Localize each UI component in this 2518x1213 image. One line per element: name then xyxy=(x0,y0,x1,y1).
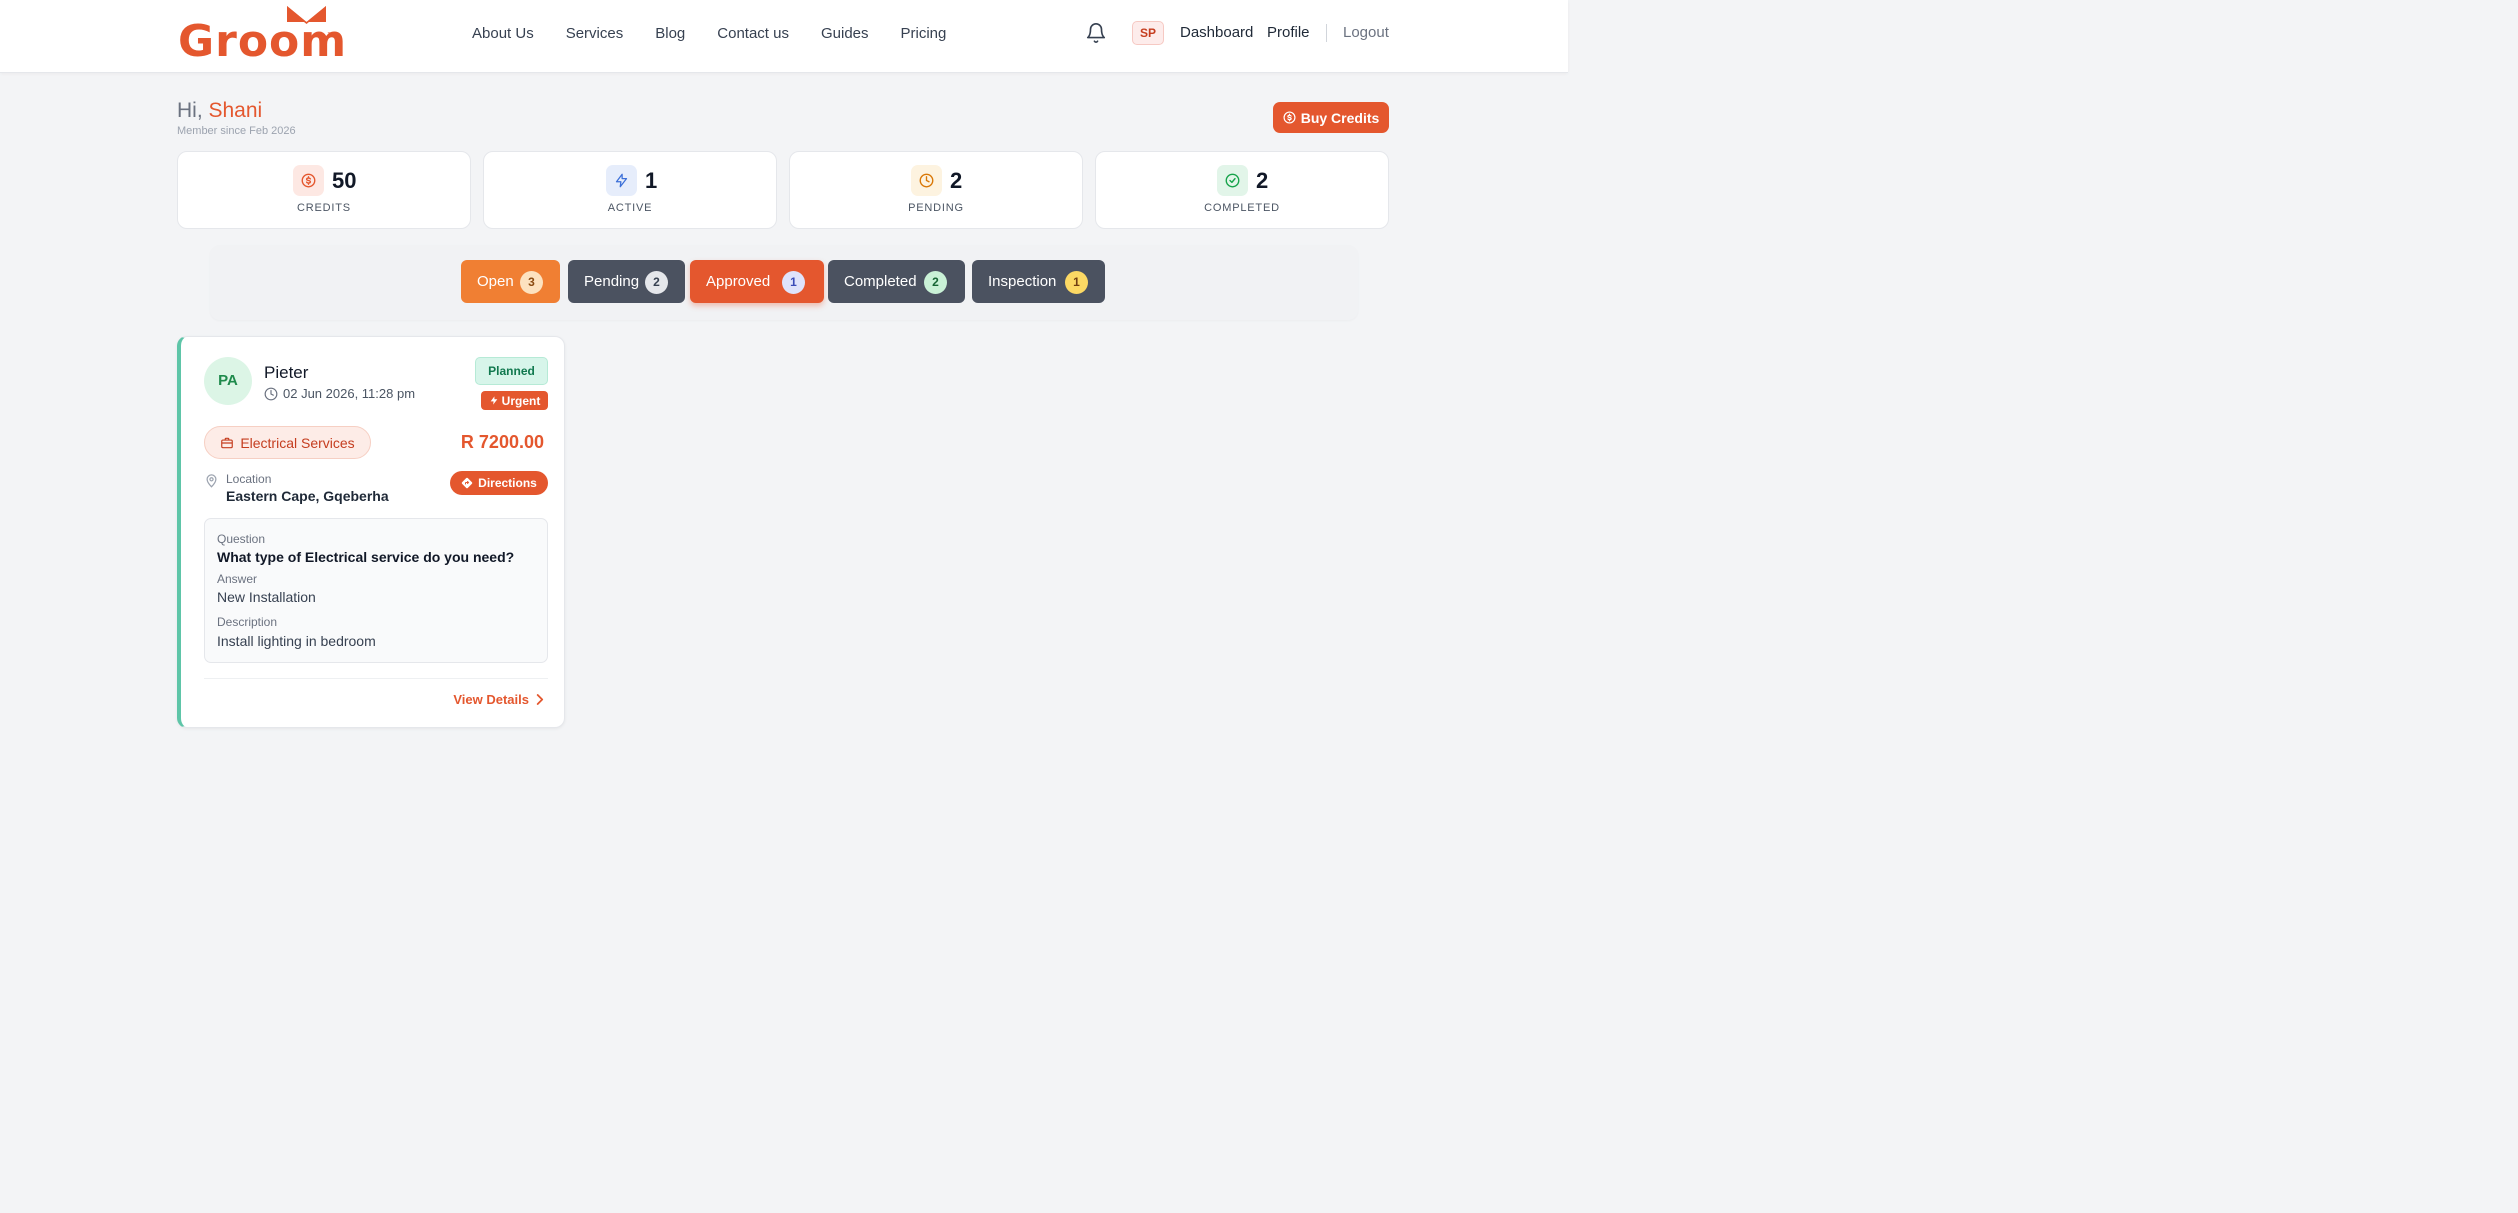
tab-pending-count: 2 xyxy=(645,271,668,294)
greeting-name: Shani xyxy=(208,99,263,122)
greeting-prefix: Hi, xyxy=(177,99,209,122)
clock-icon xyxy=(264,387,278,400)
question-label: Question xyxy=(217,532,266,546)
logo-text: Groom xyxy=(178,16,348,67)
tab-pending[interactable]: Pending 2 xyxy=(568,260,685,303)
pending-value: 2 xyxy=(950,168,963,193)
logout-link[interactable]: Logout xyxy=(1343,22,1389,44)
view-details-link[interactable]: View Details xyxy=(453,692,544,707)
dashboard-link[interactable]: Dashboard xyxy=(1180,22,1253,44)
job-price: R 7200.00 xyxy=(460,432,544,452)
stat-card-pending: 2 PENDING xyxy=(789,151,1083,229)
directions-button[interactable]: Directions xyxy=(450,471,548,495)
completed-label: COMPLETED xyxy=(1204,202,1280,214)
greeting: Hi, Shani xyxy=(177,98,262,124)
member-since: Member since Feb 2026 xyxy=(177,125,296,137)
buy-credits-label: Buy Credits xyxy=(1300,109,1380,126)
clock-icon xyxy=(911,165,942,196)
service-tag: Electrical Services xyxy=(204,426,371,459)
nav-divider xyxy=(1326,24,1327,42)
credits-value: 50 xyxy=(332,168,357,193)
credits-label: CREDITS xyxy=(297,202,351,214)
directions-icon xyxy=(461,477,473,489)
completed-value: 2 xyxy=(1256,168,1269,193)
tab-inspection-count: 1 xyxy=(1065,271,1088,294)
logo-trademark: ™ xyxy=(327,32,334,39)
customer-avatar: PA xyxy=(204,357,252,405)
tab-inspection-label: Inspection xyxy=(988,273,1057,290)
answer-text: New Installation xyxy=(217,589,316,605)
job-card: PA Pieter 02 Jun 2026, 11:28 pm Planned … xyxy=(177,336,565,728)
dollar-icon xyxy=(293,165,324,196)
profile-link[interactable]: Profile xyxy=(1267,22,1310,44)
answer-label: Answer xyxy=(217,572,258,586)
stat-card-active: 1 ACTIVE xyxy=(483,151,777,229)
tab-open-label: Open xyxy=(477,273,514,290)
location-label: Location xyxy=(226,472,272,486)
nav-pricing[interactable]: Pricing xyxy=(901,22,947,46)
tab-approved[interactable]: Approved 1 xyxy=(690,260,824,303)
status-badge: Planned xyxy=(475,357,548,385)
nav-contact-us[interactable]: Contact us xyxy=(717,22,789,46)
question-answer-box: Question What type of Electrical service… xyxy=(204,518,548,663)
tab-completed[interactable]: Completed 2 xyxy=(828,260,965,303)
directions-label: Directions xyxy=(478,476,537,490)
groom-logo[interactable]: Groom ™ xyxy=(178,6,346,64)
job-date: 02 Jun 2026, 11:28 pm xyxy=(264,386,415,401)
view-details-label: View Details xyxy=(453,692,529,707)
active-value: 1 xyxy=(645,168,658,193)
urgent-badge: Urgent xyxy=(481,391,548,410)
tab-open[interactable]: Open 3 xyxy=(461,260,560,303)
pending-label: PENDING xyxy=(908,202,964,214)
nav-services[interactable]: Services xyxy=(566,22,624,46)
customer-name: Pieter xyxy=(264,363,309,382)
bolt-icon xyxy=(606,165,637,196)
tab-pending-label: Pending xyxy=(584,273,640,290)
description-text: Install lighting in bedroom xyxy=(217,633,376,649)
tab-approved-count: 1 xyxy=(782,271,805,294)
tab-completed-count: 2 xyxy=(924,271,947,294)
tab-inspection[interactable]: Inspection 1 xyxy=(972,260,1105,303)
map-pin-icon xyxy=(206,474,217,488)
job-date-text: 02 Jun 2026, 11:28 pm xyxy=(283,386,416,401)
user-avatar[interactable]: SP xyxy=(1132,21,1164,45)
bolt-icon xyxy=(490,396,497,405)
check-circle-icon xyxy=(1217,165,1248,196)
description-label: Description xyxy=(217,615,278,629)
card-divider xyxy=(204,678,548,679)
active-label: ACTIVE xyxy=(607,202,653,214)
location-value: Eastern Cape, Gqeberha xyxy=(226,488,389,504)
buy-credits-button[interactable]: Buy Credits xyxy=(1273,102,1389,133)
stat-card-completed: 2 COMPLETED xyxy=(1095,151,1389,229)
top-navbar: Groom ™ About Us Services Blog Contact u… xyxy=(0,0,1568,73)
question-text: What type of Electrical service do you n… xyxy=(217,549,515,565)
nav-about-us[interactable]: About Us xyxy=(472,22,534,46)
tab-approved-label: Approved xyxy=(706,273,771,290)
nav-guides[interactable]: Guides xyxy=(821,22,869,46)
dollar-circle-icon xyxy=(1283,111,1296,124)
stat-card-credits: 50 CREDITS xyxy=(177,151,471,229)
nav-blog[interactable]: Blog xyxy=(655,22,685,46)
main-nav: About Us Services Blog Contact us Guides… xyxy=(456,22,962,46)
notifications-bell-icon[interactable] xyxy=(1085,21,1107,45)
service-label: Electrical Services xyxy=(240,434,355,451)
tab-open-count: 3 xyxy=(520,271,543,294)
chevron-right-icon xyxy=(536,694,544,705)
urgent-label: Urgent xyxy=(501,393,541,408)
tab-completed-label: Completed xyxy=(844,273,917,290)
briefcase-icon xyxy=(221,437,234,448)
